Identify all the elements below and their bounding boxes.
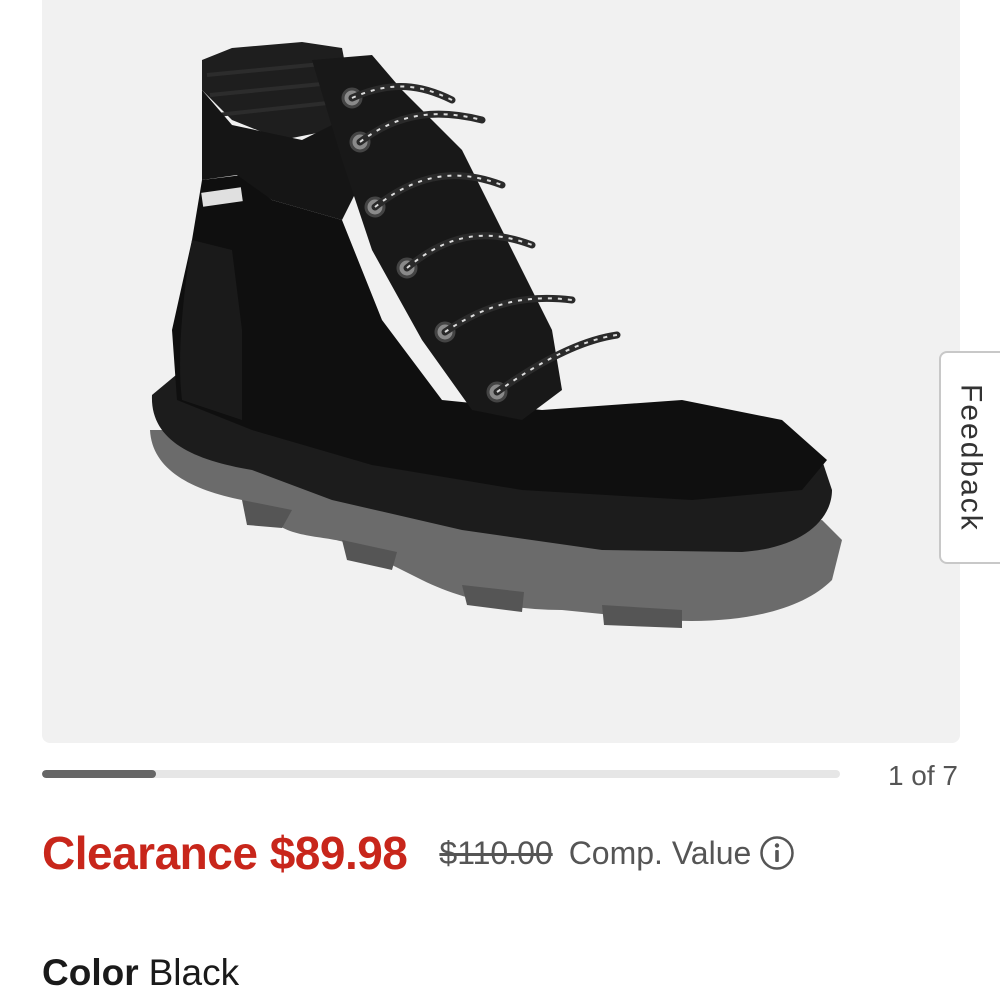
clearance-price: Clearance $89.98 [42,827,408,879]
image-counter: 1 of 7 [887,760,958,791]
color-value: Black [148,952,240,993]
info-icon[interactable] [759,835,795,871]
comp-value-label: Comp. Value [568,834,752,871]
product-image-gallery[interactable] [42,0,960,743]
product-page: Feedback 1 of 7 Clearance $89.98 $110.00… [0,0,1000,1000]
feedback-tab[interactable]: Feedback [939,351,1000,564]
color-label: Color [42,952,139,993]
boot-product-image[interactable] [42,0,960,743]
gallery-progress-track [42,770,840,778]
original-price: $110.00 [439,834,553,871]
gallery-progress-fill [42,770,157,778]
price-row: Clearance $89.98 $110.00 Comp. Value [42,826,795,880]
color-row: Color Black [42,952,239,994]
feedback-label: Feedback [954,383,988,532]
